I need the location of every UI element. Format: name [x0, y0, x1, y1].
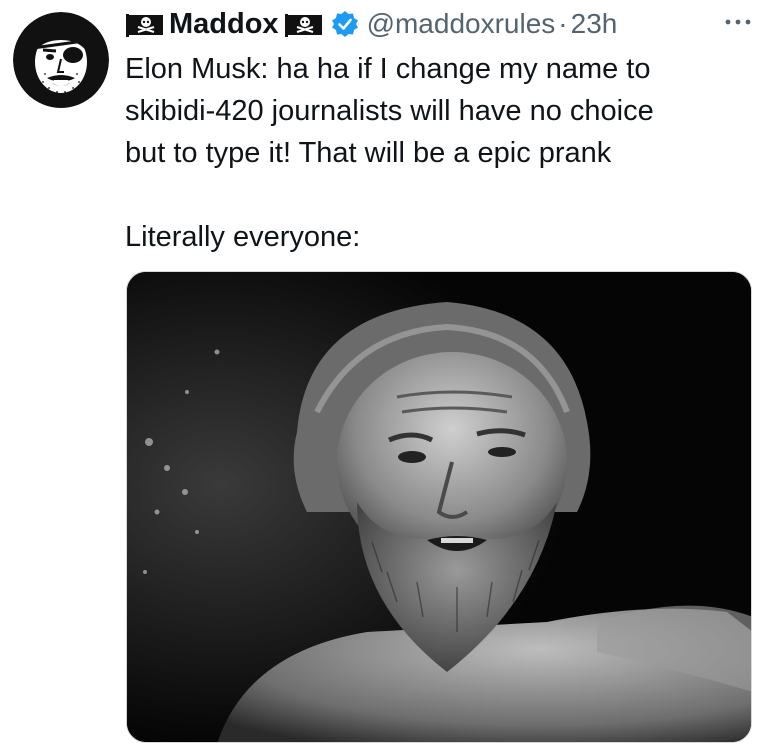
- tweet[interactable]: Maddox @maddoxrules · 23h Elon Musk: ha …: [0, 0, 769, 750]
- pirate-flag-icon: [125, 12, 165, 37]
- more-options-icon[interactable]: [718, 10, 758, 34]
- tweet-text: Elon Musk: ha ha if I change my name to …: [125, 48, 755, 258]
- pirate-flag-icon: [284, 12, 324, 37]
- display-name[interactable]: Maddox: [169, 8, 279, 41]
- tweet-header: Maddox @maddoxrules · 23h: [125, 6, 617, 42]
- avatar[interactable]: [13, 12, 109, 108]
- tweet-text-line: skibidi-420 journalists will have no cho…: [125, 95, 654, 127]
- separator-dot: ·: [558, 8, 568, 39]
- author-handle[interactable]: @maddoxrules: [367, 8, 556, 40]
- tweet-text-line: but to type it! That will be a epic pran…: [125, 137, 612, 169]
- pirate-face-avatar-icon: [13, 12, 109, 108]
- verified-badge-icon[interactable]: [331, 10, 359, 38]
- tweet-text-line: Elon Musk: ha ha if I change my name to: [125, 53, 651, 85]
- tweet-timestamp[interactable]: 23h: [571, 8, 618, 40]
- tweet-media-image[interactable]: [126, 271, 752, 743]
- tweet-text-line: Literally everyone:: [125, 221, 361, 253]
- bearded-man-photo-icon: [127, 272, 751, 742]
